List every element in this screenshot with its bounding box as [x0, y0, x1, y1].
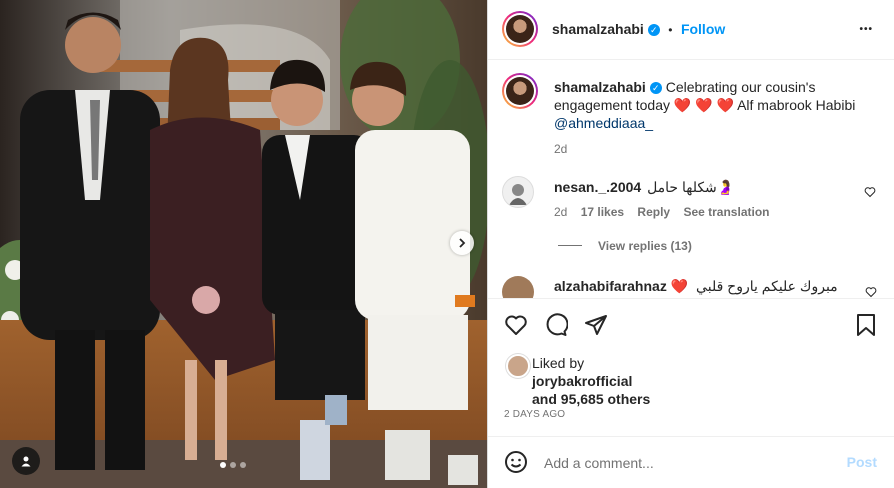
comment-likes[interactable]: 17 likes — [581, 205, 624, 219]
comment-item: alzahabifarahnaz ❤️ مبروك عليكم ياروح قل… — [554, 278, 838, 295]
caption-mention-link[interactable]: @ahmeddiaaa_ — [554, 115, 653, 131]
next-photo-button[interactable] — [450, 231, 474, 255]
replies-line — [558, 245, 582, 246]
comment-meta: 2d 17 likes Reply See translation — [554, 205, 769, 219]
caption-username[interactable]: shamalzahabi — [554, 79, 646, 95]
view-replies-button[interactable]: View replies (13) — [598, 239, 692, 253]
commenter-avatar[interactable] — [502, 176, 534, 208]
person-tag-icon — [21, 456, 31, 467]
bookmark-icon[interactable] — [855, 313, 877, 337]
family-photo-illustration — [0, 0, 487, 488]
comment-reply-button[interactable]: Reply — [637, 205, 670, 219]
comment-item-clipped: alzahabifarahnaz ❤️ مبروك عليكم ياروح قل… — [488, 270, 894, 298]
comment-bubble-icon[interactable] — [544, 313, 568, 337]
separator-dot: • — [668, 23, 673, 37]
comment-username[interactable]: alzahabifarahnaz — [554, 278, 667, 294]
paper-plane-icon[interactable] — [584, 313, 608, 337]
post-caption: shamalzahabi ✓ Celebrating our cousin's e… — [554, 78, 874, 158]
author-avatar[interactable] — [502, 11, 538, 47]
carousel-indicator — [220, 462, 246, 468]
comment-timestamp: 2d — [554, 205, 568, 219]
liker-username[interactable]: jorybakrofficial — [532, 372, 650, 390]
post-actions-bar — [488, 298, 894, 336]
post-header: shamalzahabi ✓ • Follow ••• — [488, 0, 894, 60]
comment-text: شكلها حامل🤰 — [647, 179, 735, 195]
comment-item: nesan._.2004 شكلها حامل🤰 — [554, 179, 734, 196]
verified-badge-icon: ✓ — [649, 82, 662, 95]
carousel-dot — [230, 462, 236, 468]
heart-outline-icon[interactable] — [504, 313, 528, 337]
caption-timestamp: 2d — [554, 142, 568, 156]
chevron-right-icon — [459, 238, 466, 248]
carousel-dot-active — [220, 462, 226, 468]
comment-input[interactable] — [542, 451, 836, 475]
author-username[interactable]: shamalzahabi — [552, 21, 644, 37]
commenter-avatar[interactable] — [502, 276, 534, 298]
post-comment-button[interactable]: Post — [847, 454, 877, 470]
post-date[interactable]: 2 DAYS AGO — [504, 409, 565, 420]
verified-badge-icon: ✓ — [647, 23, 660, 36]
liked-by-label: Liked by — [532, 355, 585, 371]
more-options-icon[interactable]: ••• — [859, 24, 873, 35]
comment-like-heart-icon[interactable] — [864, 186, 876, 198]
smiley-icon[interactable] — [504, 450, 528, 474]
comment-text: مبروك عليكم ياروح قلبي — [696, 278, 838, 294]
add-comment-bar: Post — [488, 436, 894, 488]
comment-username[interactable]: nesan._.2004 — [554, 179, 641, 195]
tagged-people-button[interactable] — [12, 447, 40, 475]
comment-translate-button[interactable]: See translation — [683, 205, 769, 219]
caption-hearts: ❤️ ❤️ ❤️ — [673, 97, 734, 113]
post-photo[interactable] — [0, 0, 487, 488]
follow-button[interactable]: Follow — [681, 21, 725, 37]
likes-others-count[interactable]: and 95,685 others — [532, 390, 650, 408]
caption-tail: Alf mabrook Habibi — [737, 97, 856, 113]
commenter-avatar-image — [509, 184, 527, 205]
post-side-panel: shamalzahabi ✓ • Follow ••• shamalzahabi ✓… — [487, 0, 894, 488]
liker-avatar[interactable] — [506, 354, 530, 378]
likes-summary: Liked by jorybakrofficial and 95,685 oth… — [532, 354, 650, 408]
caption-author-avatar[interactable] — [502, 73, 538, 109]
comment-heart: ❤️ — [670, 278, 689, 294]
comment-like-heart-icon[interactable] — [865, 286, 877, 298]
carousel-dot — [240, 462, 246, 468]
